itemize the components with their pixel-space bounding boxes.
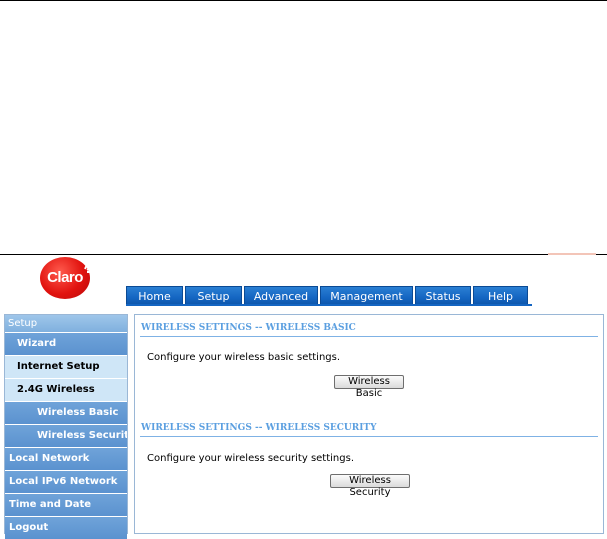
top-rule	[0, 0, 607, 1]
wireless-security-button[interactable]: Wireless Security	[330, 474, 410, 498]
logo-rays-icon	[84, 257, 99, 273]
sidebar: Setup Wizard Internet Setup 2.4G Wireles…	[4, 314, 128, 539]
tabs-underline	[126, 304, 532, 306]
basic-section-title: WIRELESS SETTINGS -- WIRELESS BASIC	[141, 323, 356, 333]
sidebar-item-time-and-date[interactable]: Time and Date	[5, 494, 127, 516]
security-section-title: WIRELESS SETTINGS -- WIRELESS SECURITY	[141, 423, 377, 433]
sidebar-item-wireless-security[interactable]: Wireless Security	[5, 425, 127, 447]
tab-home[interactable]: Home	[126, 286, 183, 305]
security-section-description: Configure your wireless security setting…	[147, 453, 355, 464]
basic-section-divider	[140, 336, 598, 337]
sidebar-item-local-ipv6-network[interactable]: Local IPv6 Network	[5, 471, 127, 493]
sidebar-item-2-4g-wireless[interactable]: 2.4G Wireless	[5, 379, 127, 401]
sidebar-item-logout[interactable]: Logout	[5, 517, 127, 539]
tab-help[interactable]: Help	[473, 286, 528, 305]
sidebar-item-local-network[interactable]: Local Network	[5, 448, 127, 470]
tab-setup[interactable]: Setup	[185, 286, 242, 305]
claro-logo[interactable]: Claro	[40, 257, 99, 299]
sidebar-item-internet-setup[interactable]: Internet Setup	[5, 356, 127, 378]
sidebar-header: Setup	[5, 315, 127, 332]
main-nav-tabs: Home Setup Advanced Management Status He…	[126, 286, 528, 305]
sidebar-item-wireless-basic[interactable]: Wireless Basic	[5, 402, 127, 424]
accent-mark	[548, 253, 596, 255]
wireless-basic-button[interactable]: Wireless Basic	[334, 375, 404, 399]
sidebar-item-wizard[interactable]: Wizard	[5, 333, 127, 355]
security-section-divider	[140, 436, 598, 437]
tab-advanced[interactable]: Advanced	[244, 286, 318, 305]
basic-section-description: Configure your wireless basic settings.	[147, 352, 341, 363]
tab-status[interactable]: Status	[415, 286, 471, 305]
main-content: WIRELESS SETTINGS -- WIRELESS BASIC Conf…	[134, 314, 604, 534]
tab-management[interactable]: Management	[320, 286, 413, 305]
